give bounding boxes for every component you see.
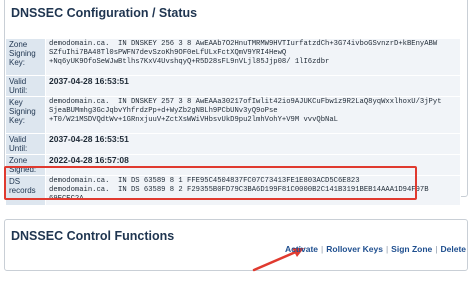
ds-records-highlight-box	[4, 166, 417, 200]
ksk-line-2: SjeaBUMmhg3GcJqbvYhfrdzPp+d+WyZb2gNBLh9P…	[49, 107, 278, 115]
row-label-zsk: Zone Signing Key:	[5, 38, 46, 76]
row-label-valid-until: Valid Until:	[5, 75, 46, 97]
zsk-value: demodomain.ca. IN DNSKEY 256 3 8 AwEAAb7…	[45, 38, 461, 76]
zsk-line-2: SZfuIhi7BA48Tl0sPWFN7devSzoKh9OF0eLfULxF…	[49, 49, 287, 57]
ksk-value: demodomain.ca. IN DNSKEY 257 3 8 AwEAAa3…	[45, 96, 461, 134]
ksk-valid-until: 2037-04-28 16:53:51	[45, 133, 461, 155]
zsk-line-1: demodomain.ca. IN DNSKEY 256 3 8 AwEAAb7…	[49, 40, 438, 48]
ksk-line-1: demodomain.ca. IN DNSKEY 257 3 8 AwEAAa3…	[49, 98, 442, 106]
sign-zone-link[interactable]: Sign Zone	[391, 244, 432, 254]
zsk-line-3: +Nq6yUK9OfoSeWJwBtlhs7KxV4UvshqyQ+R5D28s…	[49, 58, 330, 66]
table-row: Key Signing Key: demodomain.ca. IN DNSKE…	[5, 96, 461, 134]
ksk-line-3: +T0/W21MSDVQdtWv+1GRnxjuuV+ZctXsWWiVHbsv…	[49, 116, 338, 124]
row-label-valid-until: Valid Until:	[5, 133, 46, 155]
table-row: Zone Signing Key: demodomain.ca. IN DNSK…	[5, 38, 461, 76]
control-panel-title: DNSSEC Control Functions	[11, 229, 175, 243]
table-row: Valid Until: 2037-04-28 16:53:51	[5, 133, 461, 155]
rollover-keys-link[interactable]: Rollover Keys	[326, 244, 383, 254]
separator: |	[385, 244, 389, 254]
config-panel-title: DNSSEC Configuration / Status	[11, 6, 198, 20]
table-row: Valid Until: 2037-04-28 16:53:51	[5, 75, 461, 97]
control-actions: Activate | Rollover Keys | Sign Zone | Delete	[285, 244, 466, 254]
zsk-valid-until: 2037-04-28 16:53:51	[45, 75, 461, 97]
activate-link[interactable]: Activate	[285, 244, 318, 254]
row-label-ksk: Key Signing Key:	[5, 96, 46, 134]
delete-link[interactable]: Delete	[440, 244, 466, 254]
